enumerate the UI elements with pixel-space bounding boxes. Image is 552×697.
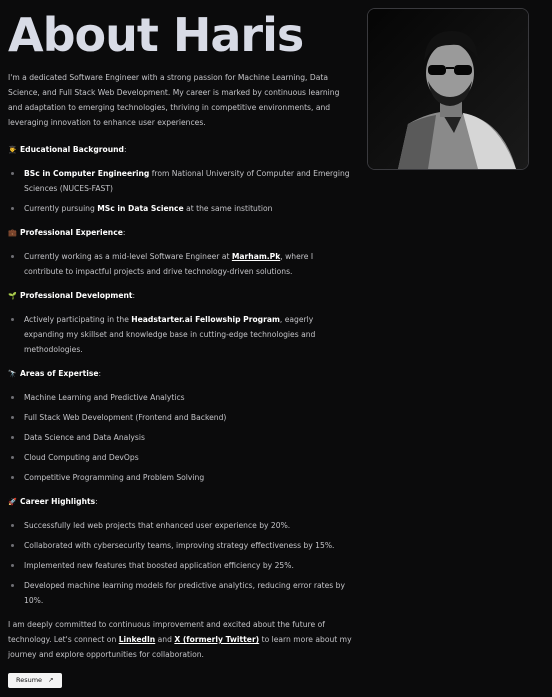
marham-link[interactable]: Marham.Pk — [232, 252, 280, 261]
linkedin-link[interactable]: LinkedIn — [119, 635, 156, 644]
highlights-heading: 🚀 Career Highlights: — [8, 497, 98, 506]
resume-label: Resume — [16, 676, 43, 684]
rocket-icon: 🚀 — [8, 497, 17, 506]
list-item: Currently pursuing MSc in Data Science a… — [8, 201, 353, 216]
graduate-icon: 👨‍🎓 — [8, 145, 17, 154]
development-list: Actively participating in the Headstarte… — [8, 312, 353, 357]
list-item: Cloud Computing and DevOps — [8, 450, 353, 465]
arrow-up-right-icon: ↗ — [48, 676, 54, 684]
profile-photo — [367, 8, 529, 170]
page-title: About Haris — [8, 8, 304, 62]
education-heading: 👨‍🎓 Educational Background: — [8, 145, 127, 154]
list-item: Collaborated with cybersecurity teams, i… — [8, 538, 353, 553]
telescope-icon: 🔭 — [8, 369, 17, 378]
about-content: I'm a dedicated Software Engineer with a… — [8, 70, 353, 688]
seedling-icon: 🌱 — [8, 291, 17, 300]
education-list: BSc in Computer Engineering from Nationa… — [8, 166, 353, 216]
development-heading: 🌱 Professional Development: — [8, 291, 136, 300]
experience-heading: 💼 Professional Experience: — [8, 228, 126, 237]
list-item: Currently working as a mid-level Softwar… — [8, 249, 353, 279]
highlights-list: Successfully led web projects that enhan… — [8, 518, 353, 608]
list-item: Machine Learning and Predictive Analytic… — [8, 390, 353, 405]
list-item: Data Science and Data Analysis — [8, 430, 353, 445]
expertise-list: Machine Learning and Predictive Analytic… — [8, 390, 353, 485]
experience-list: Currently working as a mid-level Softwar… — [8, 249, 353, 279]
list-item: Developed machine learning models for pr… — [8, 578, 353, 608]
list-item: Actively participating in the Headstarte… — [8, 312, 353, 357]
outro-paragraph: I am deeply committed to continuous impr… — [8, 620, 352, 659]
twitter-link[interactable]: X (formerly Twitter) — [174, 635, 259, 644]
intro-paragraph: I'm a dedicated Software Engineer with a… — [8, 73, 340, 127]
list-item: BSc in Computer Engineering from Nationa… — [8, 166, 353, 196]
list-item: Full Stack Web Development (Frontend and… — [8, 410, 353, 425]
list-item: Successfully led web projects that enhan… — [8, 518, 353, 533]
resume-button[interactable]: Resume ↗ — [8, 673, 62, 688]
briefcase-icon: 💼 — [8, 228, 17, 237]
list-item: Competitive Programming and Problem Solv… — [8, 470, 353, 485]
expertise-heading: 🔭 Areas of Expertise: — [8, 369, 102, 378]
list-item: Implemented new features that boosted ap… — [8, 558, 353, 573]
